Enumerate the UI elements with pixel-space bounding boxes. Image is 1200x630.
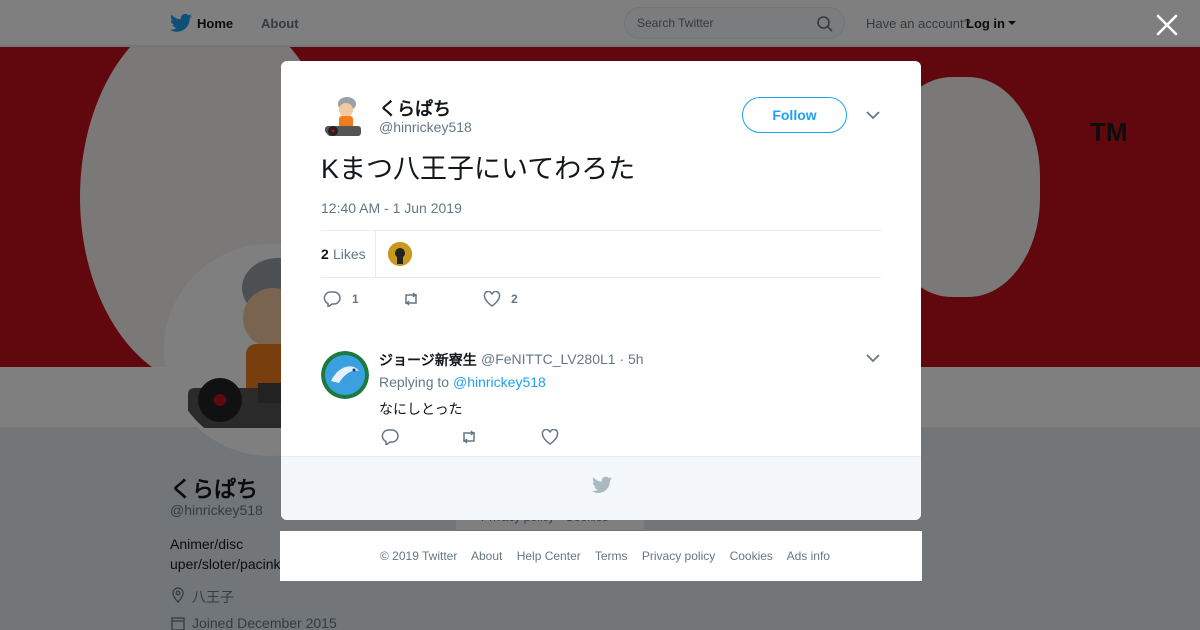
- likes-label[interactable]: Likes: [333, 246, 366, 262]
- reply-icon[interactable]: [323, 291, 341, 307]
- follow-button[interactable]: Follow: [742, 97, 847, 133]
- tweet-author-avatar[interactable]: [321, 94, 369, 142]
- reply-author-name[interactable]: ジョージ新寮生: [379, 350, 477, 370]
- chevron-down-icon[interactable]: [865, 352, 881, 364]
- tweet-modal: くらぱち @hinrickey518 Follow Kまつ八王子にいてわろた 1…: [281, 61, 921, 520]
- retweet-icon[interactable]: [402, 291, 420, 307]
- like-icon[interactable]: [541, 429, 559, 445]
- tweet-author-handle[interactable]: @hinrickey518: [379, 119, 472, 135]
- divider: [321, 230, 881, 231]
- tweet-text: Kまつ八王子にいてわろた: [321, 154, 636, 184]
- reply-count[interactable]: 1: [352, 292, 359, 306]
- retweet-icon[interactable]: [460, 429, 478, 445]
- reply-author-handle[interactable]: @FeNITTC_LV280L1 · 5h: [481, 351, 644, 367]
- divider: [321, 277, 881, 278]
- reply-icon[interactable]: [381, 429, 399, 445]
- tweet-timestamp[interactable]: 12:40 AM - 1 Jun 2019: [321, 200, 462, 216]
- footer-link-about[interactable]: About: [471, 549, 502, 563]
- twitter-bird-icon: [592, 476, 612, 493]
- liker-avatar-image: [388, 242, 412, 266]
- liker-avatar[interactable]: [388, 242, 412, 266]
- page-footer: © 2019 Twitter About Help Center Terms P…: [280, 531, 922, 581]
- reply-author-avatar[interactable]: [321, 351, 369, 399]
- like-count[interactable]: 2: [511, 292, 518, 306]
- modal-footer: [281, 456, 921, 520]
- tweet-author-name[interactable]: くらぱち: [379, 95, 451, 121]
- footer-copyright: © 2019 Twitter: [380, 549, 458, 563]
- replying-to-handle[interactable]: @hinrickey518: [453, 374, 546, 390]
- footer-link-cookies[interactable]: Cookies: [730, 549, 773, 563]
- chevron-down-icon[interactable]: [865, 109, 881, 121]
- dolphin-globe-image: [321, 351, 369, 399]
- footer-links: © 2019 Twitter About Help Center Terms P…: [380, 549, 841, 563]
- footer-link-terms[interactable]: Terms: [595, 549, 628, 563]
- divider: [375, 231, 376, 277]
- replying-to-label: Replying to: [379, 374, 450, 390]
- footer-link-privacy[interactable]: Privacy policy: [642, 549, 715, 563]
- likes-count[interactable]: 2: [321, 246, 329, 262]
- footer-link-ads-info[interactable]: Ads info: [787, 549, 830, 563]
- dj-character-image: [321, 94, 369, 142]
- like-icon[interactable]: [483, 291, 501, 307]
- close-icon[interactable]: [1154, 12, 1180, 38]
- footer-link-help-center[interactable]: Help Center: [517, 549, 581, 563]
- reply-text: なにしとった: [379, 401, 463, 417]
